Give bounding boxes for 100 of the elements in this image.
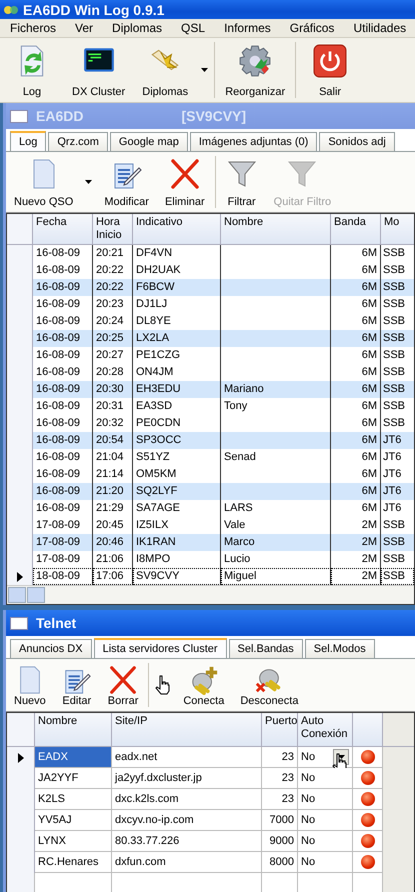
tab[interactable]: Sonidos adj: [319, 132, 395, 151]
table-cell-text: SSB: [382, 518, 406, 533]
cross-icon: [108, 665, 138, 695]
table-cell: 16-08-09: [33, 381, 93, 398]
toolbar-button[interactable]: Eliminar: [156, 152, 213, 212]
tab[interactable]: Qrz.com: [48, 132, 108, 151]
toolbar-button[interactable]: Conecta: [175, 659, 232, 711]
table-cell-text: SSB: [382, 552, 406, 567]
table-cell-text: SSB: [382, 348, 406, 363]
toolbar-button[interactable]: Salir: [298, 38, 362, 102]
table-cell: SP3OCC: [133, 432, 221, 449]
tab[interactable]: Sel.Bandas: [228, 639, 303, 658]
table-cell-text: No: [301, 834, 316, 849]
column-header[interactable]: Puerto: [262, 713, 298, 746]
window-title: EA6DD Win Log 0.9.1: [23, 2, 164, 18]
table-cell: SA7AGE: [133, 500, 221, 517]
table-cell: SSB: [381, 381, 414, 398]
table-cell-text: JT6: [382, 501, 402, 516]
table-cell: LYNX: [35, 831, 112, 852]
table-cell-text: SSB: [382, 365, 406, 380]
status-dot-icon: [360, 750, 374, 764]
toolbar-button[interactable]: Nuevo: [6, 659, 54, 711]
table-cell: EADX: [35, 747, 112, 768]
table-cell: 6M: [331, 398, 381, 415]
menu-item[interactable]: Informes: [214, 19, 280, 37]
table-cell: JT6: [381, 432, 414, 449]
table-cell: 20:22: [93, 279, 133, 296]
dropdown-arrow-icon[interactable]: [85, 180, 92, 184]
table-cell: 16-08-09: [33, 483, 93, 500]
table-cell: 6M: [331, 381, 381, 398]
table-cell: F6BCW: [133, 279, 221, 296]
table-cell: 16-08-09: [33, 432, 93, 449]
menu-item[interactable]: Diplomas: [102, 19, 172, 37]
table-cell: S51YZ: [133, 449, 221, 466]
table-cell: 6M: [331, 449, 381, 466]
toolbar-button[interactable]: Editar: [54, 659, 100, 711]
table-cell: RC.Henares: [35, 852, 112, 873]
table-cell: [262, 873, 298, 892]
table-cell: Lucio: [221, 551, 331, 568]
window-icon: [10, 616, 28, 630]
table-cell-text: No: [301, 855, 316, 870]
table-cell: 6M: [331, 500, 381, 517]
table-cell: SSB: [381, 279, 414, 296]
table-cell: EH3EDU: [133, 381, 221, 398]
toolbar-button[interactable]: Nuevo QSO: [6, 152, 82, 212]
column-header[interactable]: Banda: [331, 214, 381, 244]
tab[interactable]: Google map: [110, 132, 188, 151]
table-cell: dxfun.com: [112, 852, 262, 873]
tab[interactable]: Sel.Modos: [304, 639, 375, 658]
tab[interactable]: Anuncios DX: [10, 639, 92, 658]
row-header[interactable]: [7, 568, 33, 585]
toolbar-button[interactable]: DX Cluster: [64, 38, 134, 102]
table-cell: dxcyv.no-ip.com: [112, 810, 262, 831]
table-cell: 20:25: [93, 330, 133, 347]
table-cell: 16-08-09: [33, 347, 93, 364]
menu-item[interactable]: Ficheros: [0, 19, 66, 37]
column-header[interactable]: Auto Conexión: [298, 713, 353, 746]
tab[interactable]: Imágenes adjuntas (0): [190, 132, 318, 151]
table-cell-text: No: [301, 813, 316, 828]
table-cell: SSB: [381, 330, 414, 347]
column-header[interactable]: Hora Inicio: [93, 214, 133, 244]
column-header[interactable]: Mo: [381, 214, 414, 244]
toolbar-button[interactable]: Diplomas: [133, 38, 198, 102]
tab[interactable]: Lista servidores Cluster: [94, 638, 227, 658]
row-header[interactable]: [7, 747, 35, 768]
menu-item[interactable]: Gráficos: [280, 19, 344, 37]
scrollbar-thumb[interactable]: [27, 587, 45, 603]
table-cell: 21:20: [93, 483, 133, 500]
toolbar-button[interactable]: Log: [0, 38, 64, 102]
table-cell: 6M: [331, 432, 381, 449]
table-cell-text: SSB: [382, 263, 406, 278]
table-cell-text: SSB: [382, 399, 406, 414]
status-dot-icon: [360, 792, 374, 806]
toolbar-button[interactable]: Filtrar: [218, 152, 266, 212]
column-header[interactable]: Nombre: [35, 713, 112, 746]
toolbar-button[interactable]: Borrar: [100, 659, 146, 711]
tab[interactable]: Log: [10, 131, 46, 151]
window-title: [SV9CVY]: [181, 108, 246, 124]
table-cell: 16-08-09: [33, 245, 93, 262]
toolbar-button[interactable]: Reorganizar: [217, 38, 294, 102]
table-cell: Mariano: [221, 381, 331, 398]
toolbar-button[interactable]: Desconecta: [232, 659, 306, 711]
table-cell: 23: [262, 768, 298, 789]
toolbar-button[interactable]: Modificar: [96, 152, 157, 212]
table-cell-text: SSB: [382, 314, 406, 329]
status-dot-icon: [360, 813, 374, 827]
table-cell: 9000: [262, 831, 298, 852]
menu-item[interactable]: QSL: [171, 19, 214, 37]
dropdown-arrow-icon[interactable]: [201, 68, 208, 72]
column-header[interactable]: Fecha: [33, 214, 93, 244]
table-cell: SQ2LYF: [133, 483, 221, 500]
table-cell: 8000: [262, 852, 298, 873]
table-cell: 6M: [331, 330, 381, 347]
column-header[interactable]: Indicativo: [133, 214, 221, 244]
menu-item[interactable]: Ver: [65, 19, 102, 37]
table-cell: EA3SD: [133, 398, 221, 415]
column-header[interactable]: Site/IP: [112, 713, 262, 746]
column-header[interactable]: Nombre: [221, 214, 331, 244]
menu-item[interactable]: Utilidades: [343, 19, 415, 37]
table-cell: eadx.net: [112, 747, 262, 768]
